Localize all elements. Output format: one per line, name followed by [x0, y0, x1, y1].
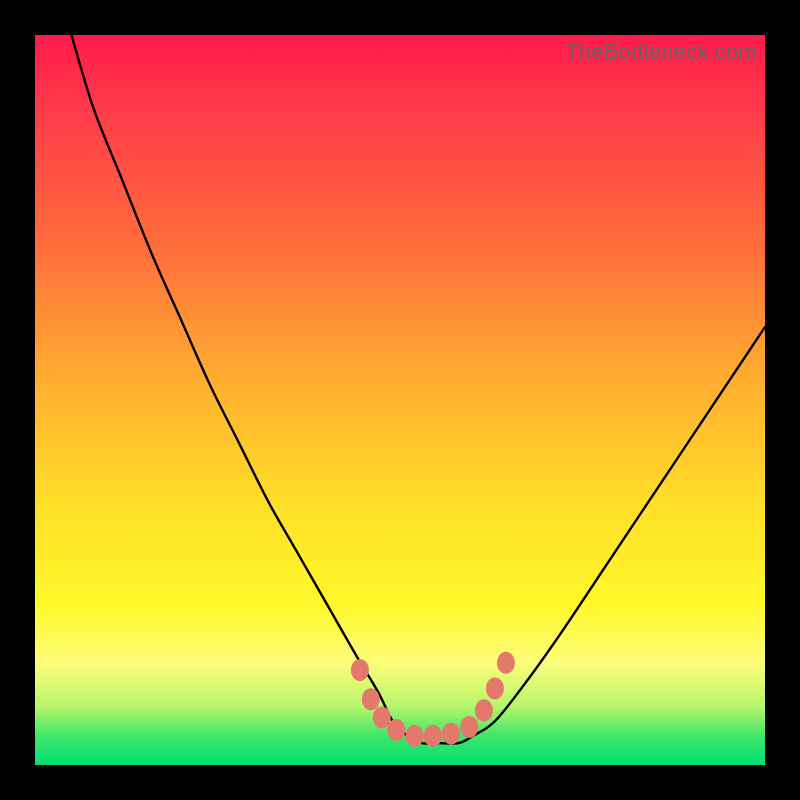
- marker-dot: [497, 652, 515, 674]
- marker-dot: [460, 716, 478, 738]
- bottleneck-curve: [35, 35, 765, 765]
- marker-dot: [406, 725, 424, 747]
- marker-group: [351, 652, 515, 747]
- marker-dot: [351, 659, 369, 681]
- curve-path: [72, 35, 766, 744]
- marker-dot: [442, 723, 460, 745]
- marker-dot: [362, 688, 380, 710]
- marker-dot: [373, 707, 391, 729]
- chart-frame: TheBottleneck.com: [0, 0, 800, 800]
- marker-dot: [475, 699, 493, 721]
- marker-dot: [424, 725, 442, 747]
- plot-area: TheBottleneck.com: [35, 35, 765, 765]
- marker-dot: [486, 677, 504, 699]
- marker-dot: [387, 719, 405, 741]
